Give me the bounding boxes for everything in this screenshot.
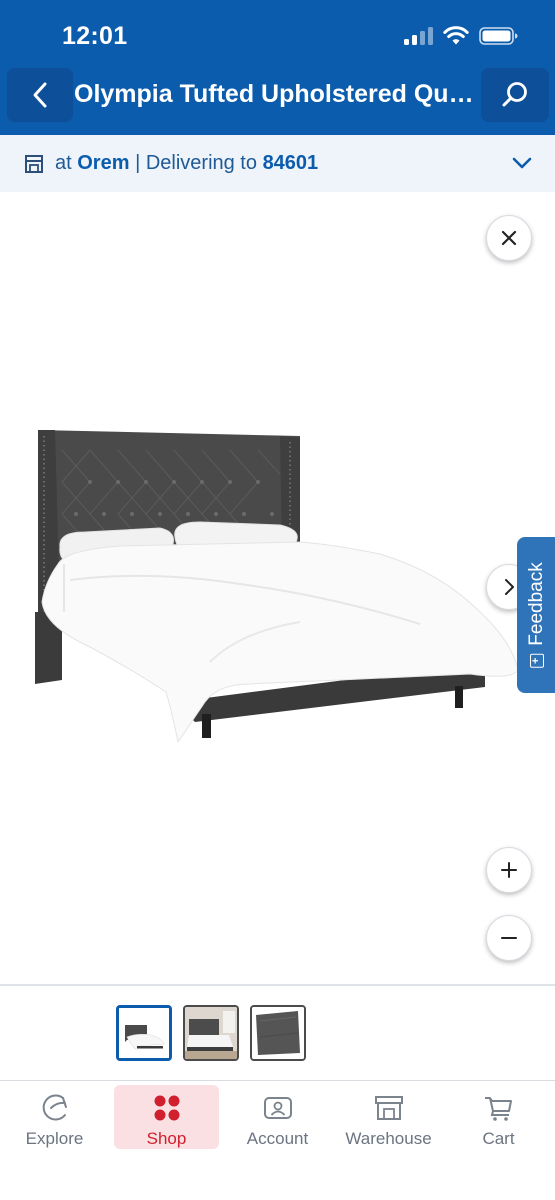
thumbnail-bed-front[interactable] [116,1005,172,1061]
page-title: Olympia Tufted Upholstered Queen Bed [74,80,484,108]
search-button[interactable] [481,68,549,122]
tab-account[interactable]: Account [225,1085,330,1149]
feedback-inner: + Feedback [526,562,548,668]
bottom-tab-bar: Explore Shop Account Warehouse Cart [0,1080,555,1200]
signal-icon [404,27,433,45]
tab-explore-label: Explore [25,1129,84,1148]
delivery-separator: | [135,152,141,174]
feedback-tab[interactable]: + Feedback [517,537,555,693]
chevron-right-icon [505,579,514,595]
thumbnail-fabric-swatch[interactable] [250,1005,306,1061]
warehouse-icon [373,1093,405,1123]
store-name: Orem [77,152,130,174]
zoom-in-button[interactable] [486,847,532,893]
feedback-plus-icon: + [530,653,544,668]
tab-cart[interactable]: Cart [446,1085,551,1149]
delivery-location-bar[interactable]: at Orem | Delivering to 84601 [0,135,555,192]
wifi-icon [443,26,469,45]
product-image-viewer[interactable]: + Feedback [0,192,555,984]
chevron-down-icon [512,157,532,169]
tab-explore[interactable]: Explore [2,1085,107,1149]
tab-shop-label: Shop [146,1129,187,1148]
minus-icon [501,937,517,939]
app-header: 12:01 Olympia Tufted Upholstered Queen B… [0,0,555,135]
search-icon [502,82,527,107]
close-button[interactable] [486,215,532,261]
delivery-text: at Orem | Delivering to 84601 [55,152,318,175]
explore-icon [39,1093,71,1123]
feedback-label: Feedback [526,562,547,646]
status-time: 12:01 [62,22,128,50]
chevron-left-icon [33,82,47,108]
status-icons [404,26,519,46]
thumbnail-bed-front-image [119,1008,169,1058]
zip-code: 84601 [262,152,319,174]
thumbnail-room-scene[interactable] [183,1005,239,1061]
store-icon [25,154,43,173]
tab-warehouse-label: Warehouse [345,1129,432,1148]
zoom-out-button[interactable] [486,915,532,961]
thumbnail-strip [116,1005,306,1061]
battery-icon [479,27,518,45]
delivery-prefix: at [55,152,72,174]
tab-account-label: Account [246,1129,309,1148]
shop-icon [152,1093,182,1123]
product-image-bed [35,430,519,744]
back-button[interactable] [7,68,73,122]
cart-icon [483,1093,515,1123]
tab-shop[interactable]: Shop [114,1085,219,1149]
close-icon [501,230,517,246]
thumbnail-fabric-swatch-image [252,1007,304,1059]
divider [0,984,555,986]
tab-warehouse[interactable]: Warehouse [336,1085,441,1149]
delivering-label: Delivering to [145,152,257,174]
account-icon [263,1093,293,1123]
tab-cart-label: Cart [482,1129,515,1148]
thumbnail-room-scene-image [185,1007,237,1059]
plus-icon [501,862,517,878]
